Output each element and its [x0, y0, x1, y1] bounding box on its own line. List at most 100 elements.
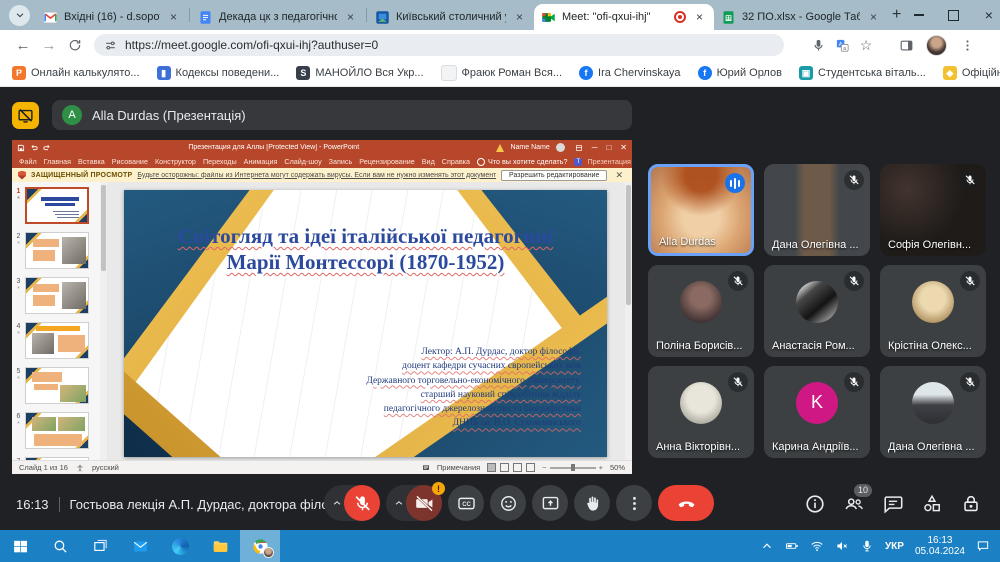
- bookmark-item[interactable]: Фраюк Роман Вся...: [441, 65, 562, 81]
- bookmark-item[interactable]: ▣Студентська віталь...: [799, 66, 926, 80]
- ppt-menu-переходы[interactable]: Переходы: [203, 157, 237, 166]
- participant-tile[interactable]: Alla Durdas: [648, 164, 754, 256]
- slide-thumbnail[interactable]: [25, 367, 89, 404]
- bookmark-item[interactable]: fЮрий Орлов: [698, 66, 782, 80]
- enable-editing-button[interactable]: Разрешить редактирование: [501, 170, 607, 181]
- ppt-menu-вставка[interactable]: Вставка: [78, 157, 105, 166]
- canvas-scrollbar[interactable]: [625, 182, 632, 460]
- profile-avatar[interactable]: [926, 35, 947, 56]
- participant-tile[interactable]: Крістіна Олекс...: [880, 265, 986, 357]
- redo-icon[interactable]: [43, 144, 51, 152]
- undo-icon[interactable]: [30, 144, 38, 152]
- battery-icon[interactable]: [785, 539, 799, 553]
- slide-thumbnail[interactable]: [25, 187, 89, 224]
- new-tab-button[interactable]: +: [892, 2, 901, 28]
- slide-thumbnail[interactable]: [25, 322, 89, 359]
- slide-thumbnail-row[interactable]: 6*: [12, 412, 100, 449]
- mail-app-button[interactable]: [120, 530, 160, 562]
- browser-tab[interactable]: Декада цк з педагогічної о×: [191, 4, 365, 30]
- host-controls-button[interactable]: [960, 493, 982, 515]
- hidden-icons-chevron[interactable]: [760, 539, 774, 553]
- translate-icon[interactable]: Aa: [830, 33, 854, 57]
- bookmark-item[interactable]: fIra Chervinskaya: [579, 66, 681, 80]
- mic-mute-button[interactable]: [344, 485, 380, 521]
- presentation-off-button[interactable]: [12, 102, 39, 129]
- zoom-level[interactable]: 50%: [610, 463, 625, 472]
- ppt-menu-запись[interactable]: Запись: [329, 157, 353, 166]
- bookmark-star-icon[interactable]: ☆: [854, 33, 878, 57]
- participant-tile[interactable]: KКарина Андріїв...: [764, 366, 870, 458]
- ppt-menu-рецензирование[interactable]: Рецензирование: [359, 157, 415, 166]
- tab-close-button[interactable]: ×: [866, 10, 881, 25]
- zoom-knob[interactable]: [571, 464, 575, 471]
- raise-hand-button[interactable]: [574, 485, 610, 521]
- meeting-details-button[interactable]: [804, 493, 826, 515]
- language-switcher[interactable]: УКР: [885, 541, 904, 552]
- tab-close-button[interactable]: ×: [692, 10, 707, 25]
- save-icon[interactable]: [17, 144, 25, 152]
- wifi-icon[interactable]: [810, 539, 824, 553]
- slide-thumbnail[interactable]: [25, 232, 89, 269]
- bookmark-item[interactable]: SМАНОЙЛО Вся Укр...: [296, 66, 423, 80]
- slide-thumbnail-row[interactable]: 3*: [12, 277, 100, 314]
- slide-thumbnail-row[interactable]: 2*: [12, 232, 100, 269]
- camera-options-chevron[interactable]: [391, 498, 406, 508]
- bookmark-item[interactable]: PОнлайн калькулято...: [12, 66, 140, 80]
- participant-tile[interactable]: Анастасія Ром...: [764, 265, 870, 357]
- leave-call-button[interactable]: [658, 485, 714, 521]
- present-in-teams-button[interactable]: Презентация в Teams: [587, 157, 632, 166]
- slide-thumbnail-row[interactable]: 1*: [12, 187, 100, 224]
- taskbar-search-button[interactable]: [40, 530, 80, 562]
- thumbnail-scrollbar[interactable]: [100, 182, 107, 460]
- forward-button[interactable]: →: [36, 32, 62, 58]
- slide-thumbnail-row[interactable]: 5*: [12, 367, 100, 404]
- participant-tile[interactable]: Софія Олегівн...: [880, 164, 986, 256]
- ppt-menu-рисование[interactable]: Рисование: [112, 157, 148, 166]
- slide-thumbnail[interactable]: [25, 412, 89, 449]
- tab-close-button[interactable]: ×: [166, 10, 181, 25]
- participant-tile[interactable]: Дана Олегівна ...: [764, 164, 870, 256]
- captions-button[interactable]: CC: [448, 485, 484, 521]
- chrome-taskbar-button[interactable]: [240, 530, 280, 562]
- presenter-banner[interactable]: A Alla Durdas (Презентація): [52, 100, 632, 130]
- window-close-button[interactable]: ×: [971, 0, 1000, 30]
- present-screen-button[interactable]: [532, 485, 568, 521]
- ppt-menu-главная[interactable]: Главная: [44, 157, 71, 166]
- browser-menu-icon[interactable]: [955, 33, 979, 57]
- ppt-menu-анимация[interactable]: Анимация: [244, 157, 278, 166]
- start-button[interactable]: [0, 530, 40, 562]
- browser-tab[interactable]: 32 ПО.xlsx - Google Таблиц×: [714, 4, 888, 30]
- browser-tab[interactable]: Meet: "ofi-qxui-ihj"×: [534, 4, 714, 30]
- participant-tile[interactable]: Дана Олегівна ...: [880, 366, 986, 458]
- people-panel-button[interactable]: 10: [843, 493, 865, 515]
- ppt-menu-файл[interactable]: Файл: [19, 157, 37, 166]
- window-maximize-button[interactable]: [936, 0, 971, 30]
- taskbar-clock[interactable]: 16:13 05.04.2024: [915, 535, 965, 557]
- more-options-button[interactable]: [616, 485, 652, 521]
- ppt-menu-справка[interactable]: Справка: [442, 157, 470, 166]
- task-view-button[interactable]: [80, 530, 120, 562]
- banner-close-icon[interactable]: ✕: [612, 170, 626, 181]
- side-panel-icon[interactable]: [894, 33, 918, 57]
- zoom-slider[interactable]: −+: [542, 463, 603, 472]
- view-switcher[interactable]: [487, 463, 535, 472]
- volume-muted-icon[interactable]: [835, 539, 849, 553]
- ppt-menu-конструктор[interactable]: Конструктор: [155, 157, 196, 166]
- language-indicator[interactable]: русский: [92, 463, 119, 472]
- ppt-maximize-button[interactable]: □: [606, 144, 611, 152]
- tab-search-button[interactable]: [9, 5, 30, 26]
- edge-browser-button[interactable]: [160, 530, 200, 562]
- address-bar[interactable]: https://meet.google.com/ofi-qxui-ihj?aut…: [94, 34, 784, 56]
- file-explorer-button[interactable]: [200, 530, 240, 562]
- tab-close-button[interactable]: ×: [512, 10, 527, 25]
- mic-options-chevron[interactable]: [329, 498, 344, 508]
- slide-thumbnail[interactable]: [25, 277, 89, 314]
- ppt-account-avatar[interactable]: [556, 143, 565, 152]
- bookmark-item[interactable]: ▮Кодексы поведени...: [157, 66, 280, 80]
- ppt-tell-me[interactable]: Что вы хотите сделать?: [477, 157, 567, 166]
- microphone-tray-icon[interactable]: [860, 539, 874, 553]
- chat-panel-button[interactable]: [882, 493, 904, 515]
- window-minimize-button[interactable]: [901, 0, 936, 30]
- camera-off-button[interactable]: !: [406, 485, 442, 521]
- browser-tab[interactable]: Київський столичний унів×: [368, 4, 534, 30]
